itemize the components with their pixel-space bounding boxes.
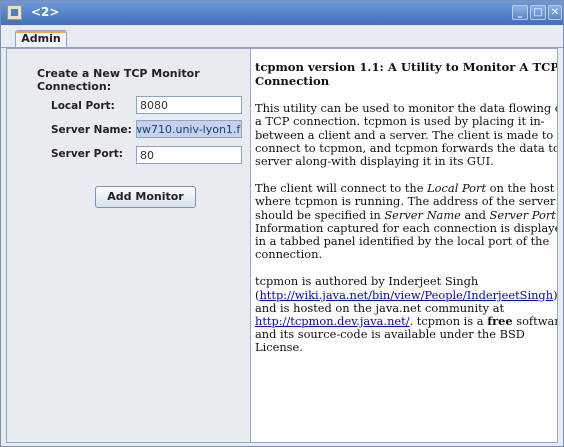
app-window: <2> _ □ ✕ Admin Create a New TCP Monitor… xyxy=(0,0,564,447)
author-link[interactable]: http://wiki.java.net/bin/view/People/Ind… xyxy=(259,288,553,302)
local-port-term: Local Port xyxy=(427,181,487,196)
minimize-icon[interactable]: _ xyxy=(512,5,528,20)
window-title: <2> xyxy=(31,5,60,19)
local-port-label: Local Port: xyxy=(51,100,115,112)
add-monitor-button[interactable]: Add Monitor xyxy=(95,186,196,208)
app-icon xyxy=(7,5,22,20)
server-name-value: ww710.univ-lyon1.fr xyxy=(136,123,242,136)
p2-text-a: The client will connect to the xyxy=(255,181,428,196)
maximize-icon[interactable]: □ xyxy=(530,5,546,20)
free-term: free xyxy=(487,314,513,329)
about-pane[interactable]: tcpmon version 1.1: A Utility to Monitor… xyxy=(250,49,557,442)
server-port-label: Server Port: xyxy=(51,148,123,160)
server-name-term: Server Name xyxy=(384,207,461,222)
title-bar[interactable]: <2> _ □ ✕ xyxy=(1,1,563,25)
close-icon[interactable]: ✕ xyxy=(548,5,562,20)
local-port-field[interactable]: 8080 xyxy=(136,96,242,114)
tab-admin[interactable]: Admin xyxy=(15,30,67,47)
p2-text-c: and xyxy=(460,207,490,222)
about-document: tcpmon version 1.1: A Utility to Monitor… xyxy=(255,60,557,369)
server-name-label: Server Name: xyxy=(51,124,132,136)
admin-panel: Create a New TCP Monitor Connection: Loc… xyxy=(6,48,558,443)
server-port-term: Server Port xyxy=(489,207,556,222)
about-paragraph-3: tcpmon is authored by Inderjeet Singh (h… xyxy=(255,275,557,354)
p3-text-c: . tcpmon is a xyxy=(409,314,488,329)
form-title: Create a New TCP Monitor Connection: xyxy=(37,67,200,93)
server-name-field[interactable]: ww710.univ-lyon1.fr xyxy=(136,120,242,138)
about-heading: tcpmon version 1.1: A Utility to Monitor… xyxy=(255,60,557,88)
project-link[interactable]: http://tcpmon.dev.java.net/ xyxy=(255,314,410,328)
server-port-field[interactable]: 80 xyxy=(136,146,242,164)
about-paragraph-1: This utility can be used to monitor the … xyxy=(255,101,557,168)
tab-strip: Admin xyxy=(1,25,563,48)
connection-form: Create a New TCP Monitor Connection: Loc… xyxy=(7,49,250,442)
about-paragraph-2: The client will connect to the Local Por… xyxy=(255,182,557,261)
